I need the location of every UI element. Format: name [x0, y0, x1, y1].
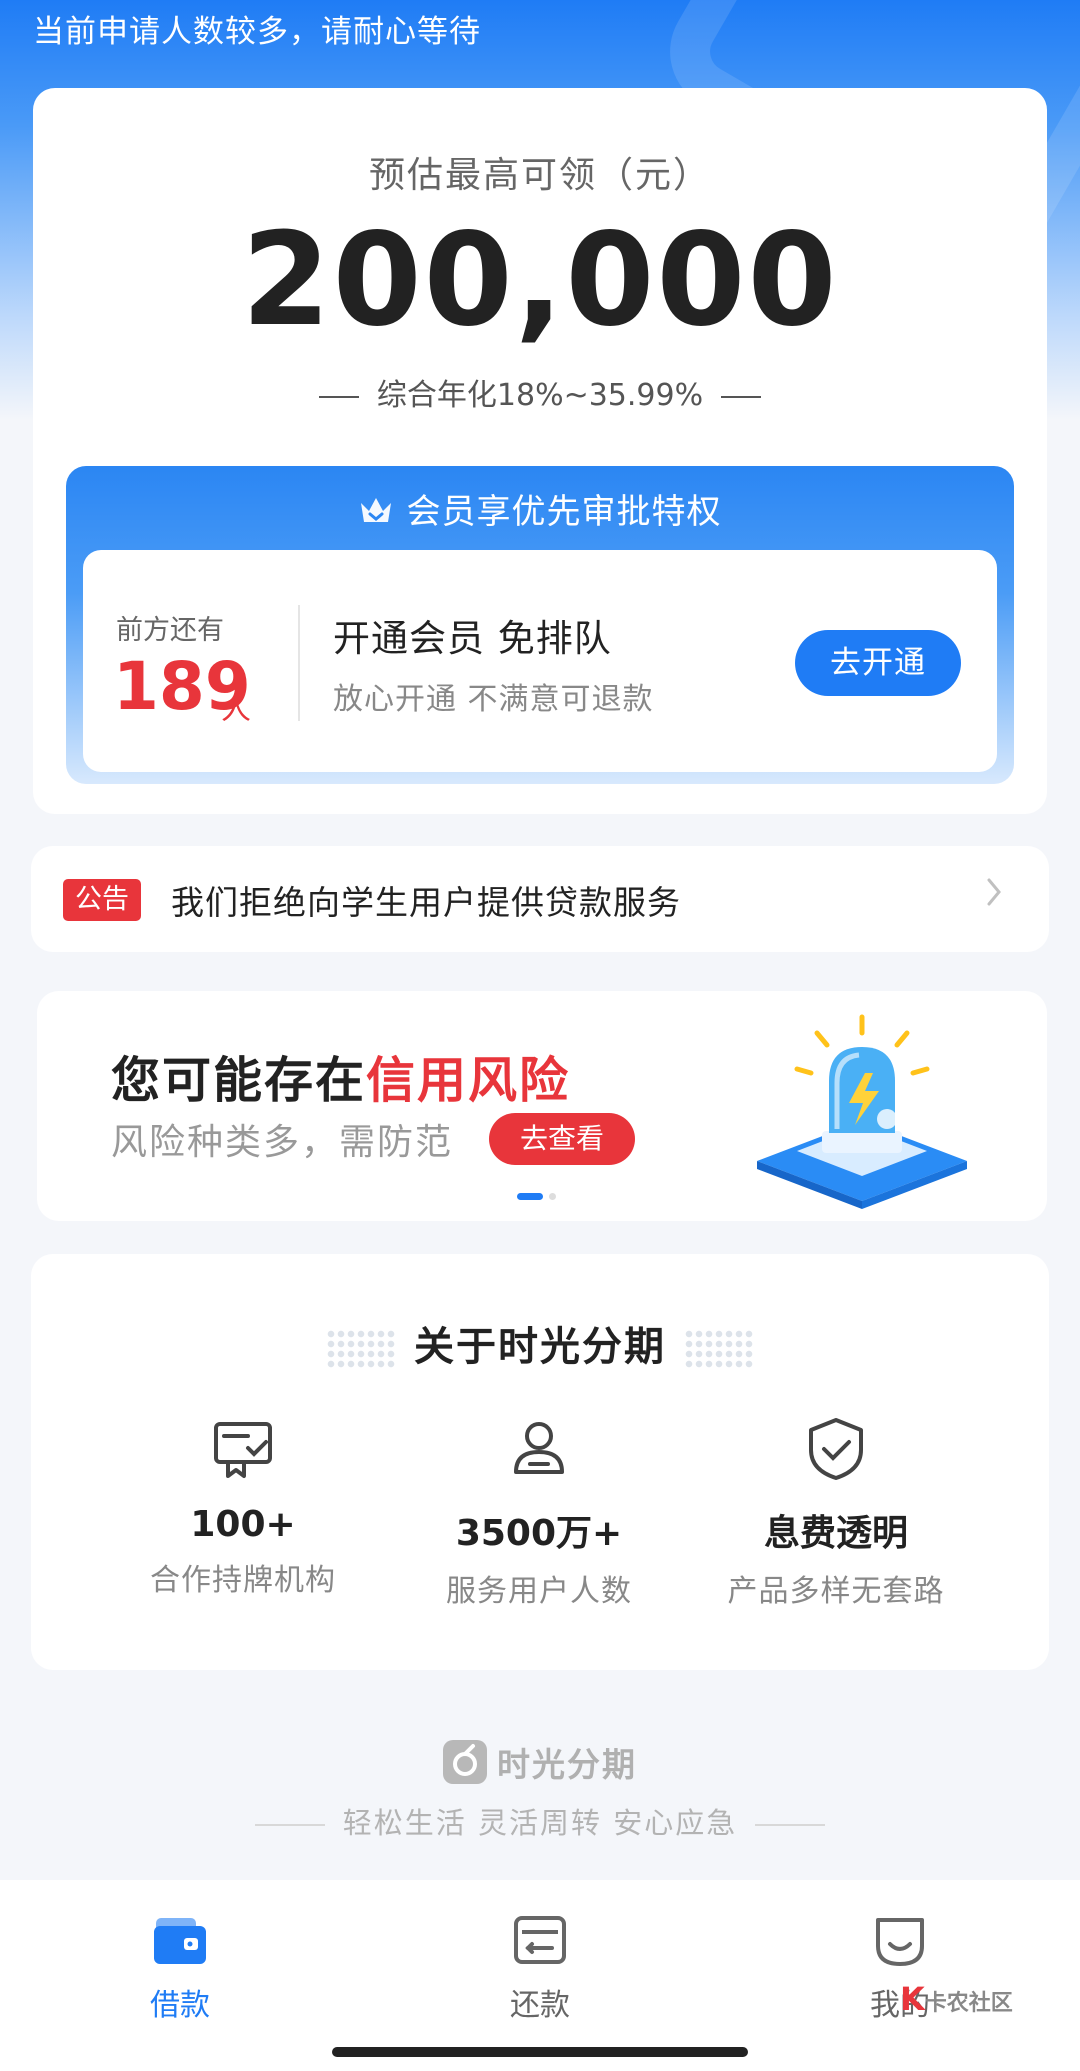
crown-icon: [359, 494, 393, 534]
risk-title: 您可能存在信用风险: [111, 1041, 570, 1112]
watermark-logo-icon: K: [900, 1980, 925, 2018]
about-card: 关于时光分期 100+ 合作持牌机构 3500万+ 服务用户人数 息费透明 产品…: [31, 1254, 1049, 1670]
alarm-light-icon: [737, 1011, 987, 1211]
stat-label: 合作持牌机构: [150, 1563, 336, 1598]
rate-dash-right: [721, 395, 762, 398]
vip-title: 开通会员 免排队: [333, 617, 612, 660]
tab-borrow[interactable]: 借款: [80, 1910, 280, 2024]
brand-footer: 时光分期: [0, 1738, 1080, 1786]
stat-label: 产品多样无套路: [727, 1574, 945, 1609]
dot-grid-decoration: [326, 1329, 396, 1369]
check-risk-button[interactable]: 去查看: [489, 1113, 635, 1165]
home-indicator[interactable]: [332, 2047, 748, 2057]
risk-title-highlight: 信用风险: [366, 1052, 571, 1109]
limit-label: 预估最高可领（元）: [368, 155, 711, 196]
stat-institutions: 100+ 合作持牌机构: [93, 1414, 393, 1599]
vip-subtitle: 放心开通 不满意可退款: [333, 682, 654, 717]
brand-logo-icon: [443, 1740, 487, 1784]
stat-value: 100+: [190, 1504, 296, 1545]
vip-panel: 会员享优先审批特权 前方还有 189 人 开通会员 免排队 放心开通 不满意可退…: [66, 466, 1014, 784]
slogan-line-left: [254, 1824, 325, 1826]
shield-check-icon: [801, 1414, 871, 1484]
slogan-line-right: [755, 1824, 826, 1826]
stat-value: 息费透明: [763, 1513, 908, 1554]
vip-header-text: 会员享优先审批特权: [406, 492, 722, 532]
bottom-tab-bar: 借款 还款 我的: [0, 1880, 1080, 2071]
about-title: 关于时光分期: [31, 1314, 1049, 1372]
stat-transparency: 息费透明 产品多样无套路: [686, 1414, 986, 1610]
rate-text: 综合年化18%~35.99%: [376, 378, 704, 413]
stat-value: 3500万+: [455, 1513, 623, 1554]
queue-unit: 人: [221, 692, 251, 727]
limit-card: 预估最高可领（元） 200,000 综合年化18%~35.99% 会员享优先审批…: [33, 88, 1047, 814]
queue-notice: 当前申请人数较多，请耐心等待: [33, 14, 481, 50]
rate-line: 综合年化18%~35.99%: [33, 370, 1047, 414]
risk-subtitle: 风险种类多，需防范: [111, 1122, 454, 1163]
tab-label: 借款: [150, 1988, 210, 2023]
credit-risk-banner[interactable]: 您可能存在信用风险 风险种类多，需防范 去查看: [37, 991, 1047, 1221]
slogan-text: 轻松生活 灵活周转 安心应急: [342, 1806, 738, 1840]
watermark: K卡农社区: [900, 1980, 1013, 2018]
carousel-indicator: [517, 1186, 556, 1205]
queue-label: 前方还有: [116, 615, 224, 646]
announcement-text: 我们拒绝向学生用户提供贷款服务: [171, 883, 681, 922]
rate-dash-left: [318, 395, 359, 398]
brand-name: 时光分期: [497, 1745, 637, 1784]
watermark-text: 卡农社区: [924, 1991, 1013, 2016]
limit-amount: 200,000: [241, 206, 839, 355]
about-title-text: 关于时光分期: [414, 1324, 666, 1370]
dot-grid-decoration: [684, 1329, 754, 1369]
vip-offer-card[interactable]: 前方还有 189 人 开通会员 免排队 放心开通 不满意可退款 去开通: [83, 550, 997, 772]
vip-header: 会员享优先审批特权: [66, 484, 1014, 534]
license-icon: [208, 1414, 278, 1484]
announcement-tag: 公告: [63, 879, 141, 921]
wallet-icon: [150, 1910, 210, 1970]
open-membership-button[interactable]: 去开通: [795, 630, 961, 696]
vip-divider: [298, 605, 300, 721]
carousel-dot: [549, 1193, 556, 1200]
carousel-dot-active: [517, 1193, 543, 1200]
tab-repay[interactable]: 还款: [440, 1910, 640, 2024]
card-icon: [510, 1910, 570, 1970]
stat-label: 服务用户人数: [446, 1574, 632, 1609]
stat-users: 3500万+ 服务用户人数: [389, 1414, 689, 1610]
announcement-bar[interactable]: 公告 我们拒绝向学生用户提供贷款服务: [31, 846, 1049, 952]
risk-title-prefix: 您可能存在: [111, 1052, 367, 1109]
chevron-right-icon: [985, 874, 1005, 919]
brand-slogan: 轻松生活 灵活周转 安心应急: [0, 1800, 1080, 1842]
profile-face-icon: [870, 1910, 930, 1970]
user-icon: [504, 1414, 574, 1484]
tab-label: 还款: [510, 1988, 570, 2023]
